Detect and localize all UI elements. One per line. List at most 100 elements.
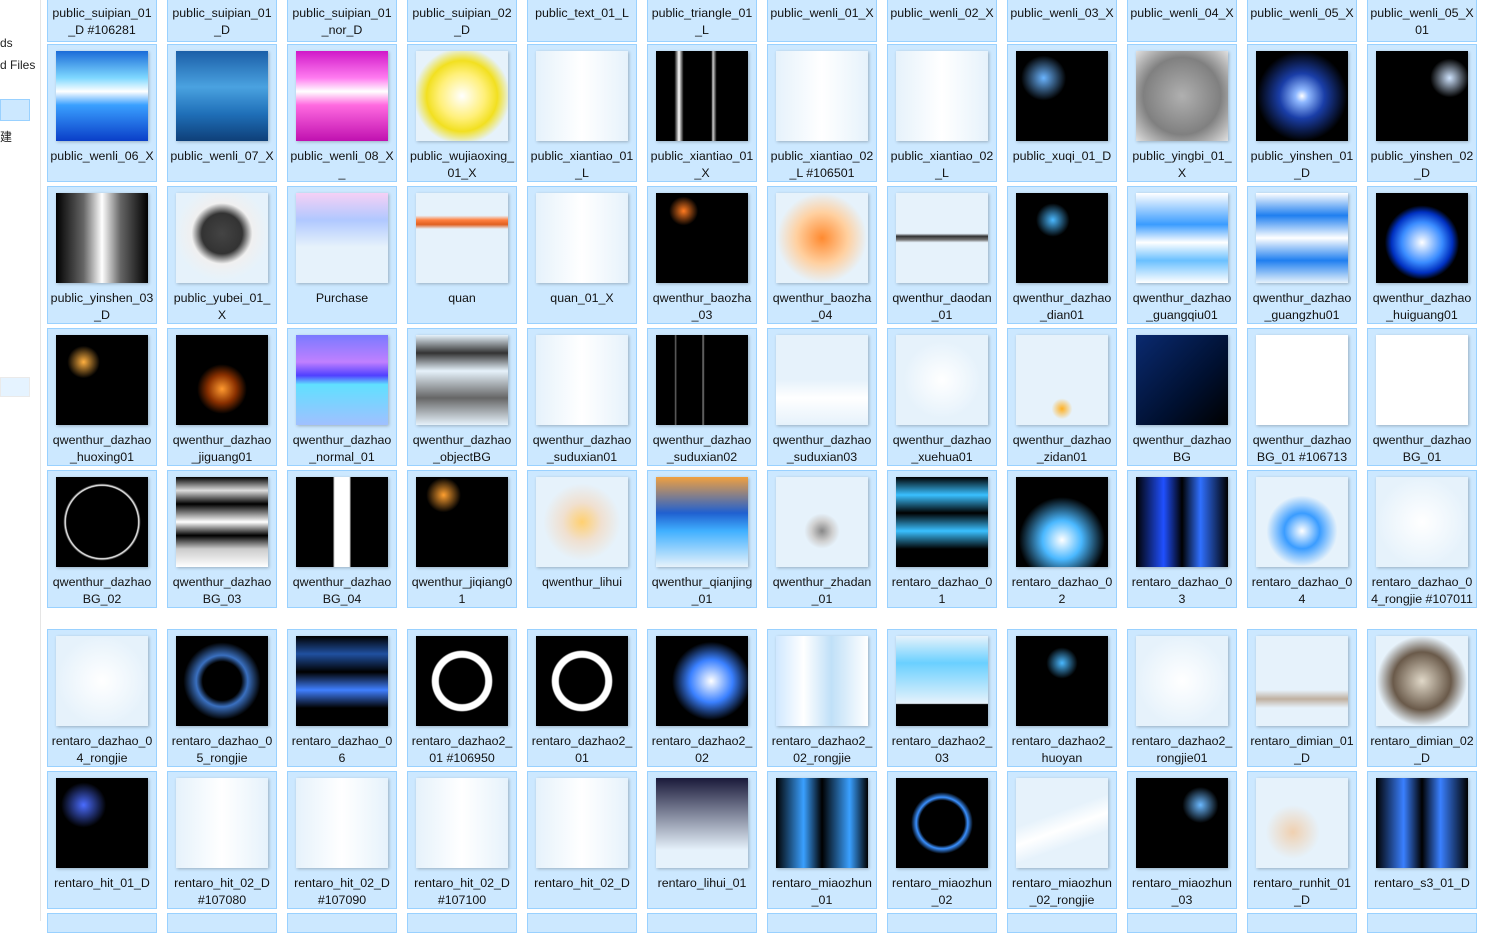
nav-item-hover[interactable]	[0, 377, 30, 397]
nav-item-selected[interactable]	[0, 99, 30, 121]
file-item[interactable]: public_yinshen_03_D	[47, 186, 157, 324]
file-item[interactable]	[1247, 913, 1357, 933]
file-item[interactable]: qwenthur_dazhao_suduxian01	[527, 328, 637, 466]
file-item[interactable]: qwenthur_dazhao_suduxian02	[647, 328, 757, 466]
file-item[interactable]: public_xiantiao_01_X	[647, 44, 757, 182]
file-item[interactable]: rentaro_runhit_01_D	[1247, 771, 1357, 909]
file-item[interactable]: rentaro_dazhao2_02_rongjie	[767, 629, 877, 767]
file-item[interactable]: Purchase	[287, 186, 397, 324]
file-item[interactable]: rentaro_dazhao_03	[1127, 470, 1237, 608]
file-item[interactable]: rentaro_dazhao_04_rongjie	[47, 629, 157, 767]
file-item[interactable]: qwenthur_dazhao_xuehua01	[887, 328, 997, 466]
file-item[interactable]: rentaro_dazhao2_huoyan	[1007, 629, 1117, 767]
file-item[interactable]: quan	[407, 186, 517, 324]
file-item[interactable]: public_suipian_01_D	[167, 0, 277, 42]
file-item[interactable]: rentaro_dazhao_05_rongjie	[167, 629, 277, 767]
file-item[interactable]	[647, 913, 757, 933]
file-item[interactable]: qwenthur_dazhao_normal_01	[287, 328, 397, 466]
file-item[interactable]: rentaro_hit_02_D	[527, 771, 637, 909]
file-item[interactable]	[167, 913, 277, 933]
file-item[interactable]: rentaro_hit_02_D #107090	[287, 771, 397, 909]
file-item[interactable]	[767, 913, 877, 933]
file-item[interactable]: rentaro_dazhao_01	[887, 470, 997, 608]
file-item[interactable]: qwenthur_dazhaoBG_01	[1367, 328, 1477, 466]
file-item[interactable]: qwenthur_dazhao_huiguang01	[1367, 186, 1477, 324]
file-item[interactable]: rentaro_dazhao2_01 #106950	[407, 629, 517, 767]
file-item[interactable]	[407, 913, 517, 933]
file-item[interactable]: public_yinshen_01_D	[1247, 44, 1357, 182]
file-item[interactable]: qwenthur_dazhaoBG_01 #106713	[1247, 328, 1357, 466]
file-item[interactable]: rentaro_dazhao2_01	[527, 629, 637, 767]
file-item[interactable]	[887, 913, 997, 933]
file-item[interactable]: public_suipian_02_D	[407, 0, 517, 42]
file-item[interactable]: public_xuqi_01_D	[1007, 44, 1117, 182]
file-item[interactable]: public_wujiaoxing_01_X	[407, 44, 517, 182]
file-item[interactable]: qwenthur_daodan_01	[887, 186, 997, 324]
file-item[interactable]: public_wenli_05_X	[1247, 0, 1357, 42]
file-item[interactable]: rentaro_miaozhun_02	[887, 771, 997, 909]
nav-item-downloads[interactable]: ds	[0, 36, 13, 50]
file-item[interactable]: rentaro_dazhao2_rongjie01	[1127, 629, 1237, 767]
file-item[interactable]: public_yubei_01_X	[167, 186, 277, 324]
file-item[interactable]: rentaro_miaozhun_01	[767, 771, 877, 909]
file-item[interactable]: rentaro_miaozhun_02_rongjie	[1007, 771, 1117, 909]
file-item[interactable]: rentaro_lihui_01	[647, 771, 757, 909]
file-item[interactable]: rentaro_dazhao_04_rongjie #107011	[1367, 470, 1477, 608]
file-item[interactable]	[527, 913, 637, 933]
file-item[interactable]: public_suipian_01_nor_D	[287, 0, 397, 42]
file-item[interactable]: public_xiantiao_01_L	[527, 44, 637, 182]
file-item[interactable]: rentaro_hit_01_D	[47, 771, 157, 909]
file-item[interactable]: qwenthur_baozha_04	[767, 186, 877, 324]
file-item[interactable]: qwenthur_qianjing_01	[647, 470, 757, 608]
file-item[interactable]: public_wenli_08_X_	[287, 44, 397, 182]
file-item[interactable]: qwenthur_lihui	[527, 470, 637, 608]
file-item[interactable]: rentaro_s3_01_D	[1367, 771, 1477, 909]
file-item[interactable]: qwenthur_dazhao_objectBG	[407, 328, 517, 466]
file-item[interactable]: rentaro_dimian_02_D	[1367, 629, 1477, 767]
file-item[interactable]: qwenthur_baozha_03	[647, 186, 757, 324]
nav-item-new[interactable]: 建	[0, 128, 12, 145]
file-item[interactable]: rentaro_hit_02_D #107100	[407, 771, 517, 909]
file-item[interactable]: public_triangle_01_L	[647, 0, 757, 42]
file-item[interactable]: qwenthur_dazhao_huoxing01	[47, 328, 157, 466]
file-item[interactable]: qwenthur_zhadan_01	[767, 470, 877, 608]
file-item[interactable]: public_wenli_04_X	[1127, 0, 1237, 42]
file-item[interactable]: rentaro_dazhao_02	[1007, 470, 1117, 608]
file-item[interactable]	[287, 913, 397, 933]
file-item[interactable]: qwenthur_dazhaoBG_02	[47, 470, 157, 608]
file-item[interactable]: public_suipian_01_D #106281	[47, 0, 157, 42]
file-item[interactable]: public_wenli_03_X	[1007, 0, 1117, 42]
file-item[interactable]: qwenthur_dazhao_guangqiu01	[1127, 186, 1237, 324]
file-item[interactable]: public_wenli_02_X	[887, 0, 997, 42]
file-item[interactable]: public_wenli_05_X01	[1367, 0, 1477, 42]
file-item[interactable]: public_wenli_01_X	[767, 0, 877, 42]
file-item[interactable]: qwenthur_dazhaoBG	[1127, 328, 1237, 466]
file-item[interactable]: rentaro_dimian_01_D	[1247, 629, 1357, 767]
file-item[interactable]: public_wenli_07_X	[167, 44, 277, 182]
nav-item-program-files[interactable]: d Files	[0, 58, 35, 72]
file-item[interactable]: qwenthur_dazhao_suduxian03	[767, 328, 877, 466]
file-item[interactable]	[47, 913, 157, 933]
file-item[interactable]: rentaro_dazhao_04	[1247, 470, 1357, 608]
file-item[interactable]	[1007, 913, 1117, 933]
file-item[interactable]: qwenthur_dazhao_guangzhu01	[1247, 186, 1357, 324]
file-item[interactable]	[1127, 913, 1237, 933]
file-item[interactable]: public_wenli_06_X	[47, 44, 157, 182]
file-item[interactable]: rentaro_miaozhun_03	[1127, 771, 1237, 909]
file-item[interactable]: public_text_01_L	[527, 0, 637, 42]
file-item[interactable]: public_yinshen_02_D	[1367, 44, 1477, 182]
file-item[interactable]: qwenthur_dazhaoBG_03	[167, 470, 277, 608]
file-item[interactable]: quan_01_X	[527, 186, 637, 324]
file-item[interactable]: qwenthur_dazhao_zidan01	[1007, 328, 1117, 466]
file-item[interactable]: public_yingbi_01_X	[1127, 44, 1237, 182]
file-item[interactable]: qwenthur_jiqiang01	[407, 470, 517, 608]
file-item[interactable]: public_xiantiao_02_L	[887, 44, 997, 182]
file-item[interactable]: public_xiantiao_02_L #106501	[767, 44, 877, 182]
file-item[interactable]: rentaro_dazhao2_03	[887, 629, 997, 767]
file-item[interactable]: qwenthur_dazhaoBG_04	[287, 470, 397, 608]
file-item[interactable]: rentaro_hit_02_D #107080	[167, 771, 277, 909]
file-item[interactable]: rentaro_dazhao_06	[287, 629, 397, 767]
file-item[interactable]: rentaro_dazhao2_02	[647, 629, 757, 767]
file-item[interactable]: qwenthur_dazhao_jiguang01	[167, 328, 277, 466]
file-item[interactable]: qwenthur_dazhao_dian01	[1007, 186, 1117, 324]
